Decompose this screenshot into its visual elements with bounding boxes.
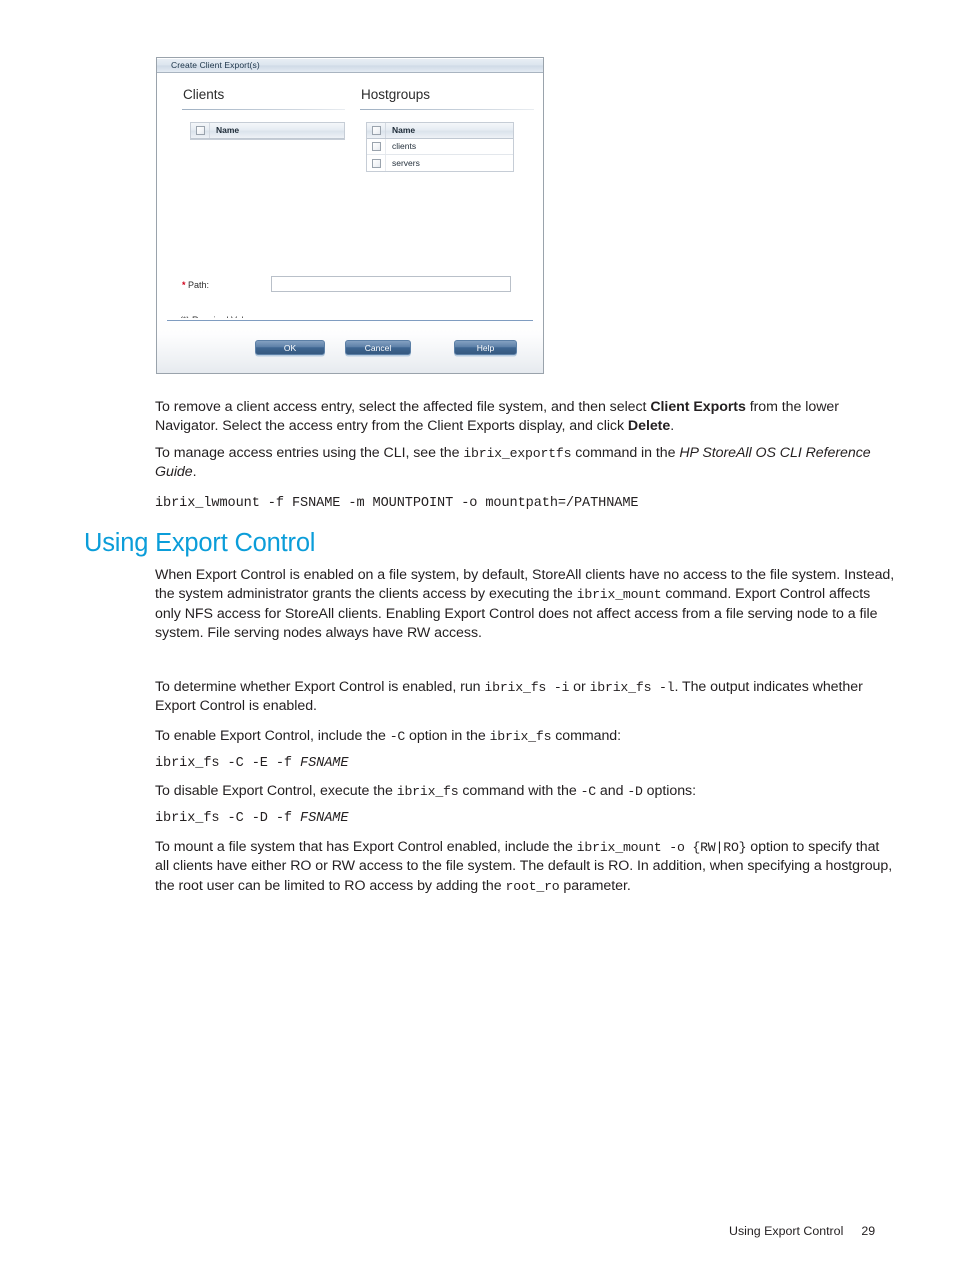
path-label-group: * Path: [182,281,209,290]
clients-heading-rule [182,109,345,110]
paragraph-mount-export-control: To mount a file system that has Export C… [155,838,897,896]
clients-select-all-cell[interactable] [191,123,210,138]
p2-seg-e: . [192,464,197,481]
checkbox-icon[interactable] [195,126,205,135]
hostgroups-column-name-header: Name [392,125,416,136]
p6-seg-e: and [596,783,628,799]
hostgroups-heading-rule [360,109,534,110]
paragraph-remove-client-access: To remove a client access entry, select … [155,398,897,437]
hostgroup-name: clients [392,141,417,152]
checkbox-icon[interactable] [371,158,381,168]
hostgroups-select-all-cell[interactable] [367,123,386,138]
code2-fsname: FSNAME [300,756,349,771]
footer-section-title: Using Export Control [729,1224,844,1238]
p6-seg-a: To disable Export Control, execute the [155,783,397,799]
p3-code-ibrix-mount: ibrix_mount [576,587,662,603]
code-disable-export-control: ibrix_fs -C -D -f FSNAME [155,811,349,826]
code-ibrix-lwmount: ibrix_lwmount -f FSNAME -m MOUNTPOINT -o… [155,496,639,511]
p5-code-dash-c: -C [389,729,406,744]
p7-code-root-ro: root_ro [505,878,560,894]
required-asterisk: * [182,280,186,290]
create-client-exports-dialog: Create Client Export(s) Clients Name Hos… [156,57,544,374]
hostgroups-grid-header-row: Name [367,122,513,139]
clients-grid: Name [190,122,345,140]
dialog-body: Clients Name Hostgroups Name clients ser… [157,73,543,325]
p4-code-ibrix-fs-l: ibrix_fs -l [589,680,675,695]
p5-seg-a: To enable Export Control, include the [155,728,390,744]
cancel-button[interactable]: Cancel [345,340,411,355]
ok-button[interactable]: OK [255,340,325,355]
p6-code-dash-c: -C [580,784,597,799]
p2-seg-c: command in the [571,445,680,461]
hostgroup-name: servers [392,157,420,168]
page-footer: Using Export Control 29 [729,1224,875,1238]
path-label: Path: [188,280,210,290]
clients-column-heading: Clients [183,87,225,102]
paragraph-determine-enabled: To determine whether Export Control is e… [155,678,897,717]
button-bar-separator [167,320,533,321]
path-input-wrap[interactable] [271,276,511,294]
p4-seg-a: To determine whether Export Control is e… [155,679,485,695]
p6-code-ibrix-fs: ibrix_fs [396,784,459,799]
code-enable-export-control: ibrix_fs -C -E -f FSNAME [155,756,349,771]
paragraph-manage-access-cli: To manage access entries using the CLI, … [155,444,897,483]
p7-seg-e: parameter. [559,877,631,894]
p4-code-ibrix-fs-i: ibrix_fs -i [484,680,570,695]
checkbox-icon[interactable] [371,126,381,135]
code2-prefix: ibrix_fs -C -E -f [155,756,301,771]
paragraph-enable-export-control: To enable Export Control, include the -C… [155,727,897,746]
code3-fsname: FSNAME [300,811,349,826]
p4-seg-c: or [569,679,590,695]
hostgroups-column-heading: Hostgroups [361,87,431,102]
p7-seg-a: To mount a file system that has Export C… [155,839,577,855]
dialog-title: Create Client Export(s) [171,60,260,71]
p5-code-ibrix-fs: ibrix_fs [489,729,552,744]
code3-prefix: ibrix_fs -C -D -f [155,811,301,826]
p1-bold-delete: Delete [627,418,671,435]
p6-seg-g: options: [642,783,696,799]
p5-seg-c: option in the [405,728,490,744]
p1-seg-e: . [670,418,675,435]
row-checkbox-cell[interactable] [367,139,386,154]
help-button[interactable]: Help [454,340,517,355]
table-row[interactable]: clients [367,139,513,155]
p5-seg-e: command: [551,728,622,744]
p6-seg-c: command with the [458,783,581,799]
p1-seg-a: To remove a client access entry, select … [155,399,651,415]
dialog-title-bar: Create Client Export(s) [157,58,543,73]
clients-grid-header-row: Name [191,122,344,139]
table-row[interactable]: servers [367,155,513,171]
p2-code-ibrix-exportfs: ibrix_exportfs [463,446,572,461]
hostgroups-grid: Name clients servers [366,122,514,172]
page-title: Using Export Control [84,529,316,557]
row-checkbox-cell[interactable] [367,155,386,171]
footer-page-number: 29 [861,1224,876,1238]
p2-seg-a: To manage access entries using the CLI, … [155,445,464,461]
path-input[interactable] [272,280,510,294]
paragraph-export-control-overview: When Export Control is enabled on a file… [155,566,897,644]
p7-code-ibrix-mount-o: ibrix_mount -o {RW|RO} [576,840,747,855]
dialog-button-bar: OK Cancel Help [157,318,543,373]
clients-column-name-header: Name [216,125,240,136]
p6-code-dash-d: -D [627,784,643,799]
p1-bold-client-exports: Client Exports [650,399,746,415]
checkbox-icon[interactable] [371,142,381,151]
paragraph-disable-export-control: To disable Export Control, execute the i… [155,782,897,801]
